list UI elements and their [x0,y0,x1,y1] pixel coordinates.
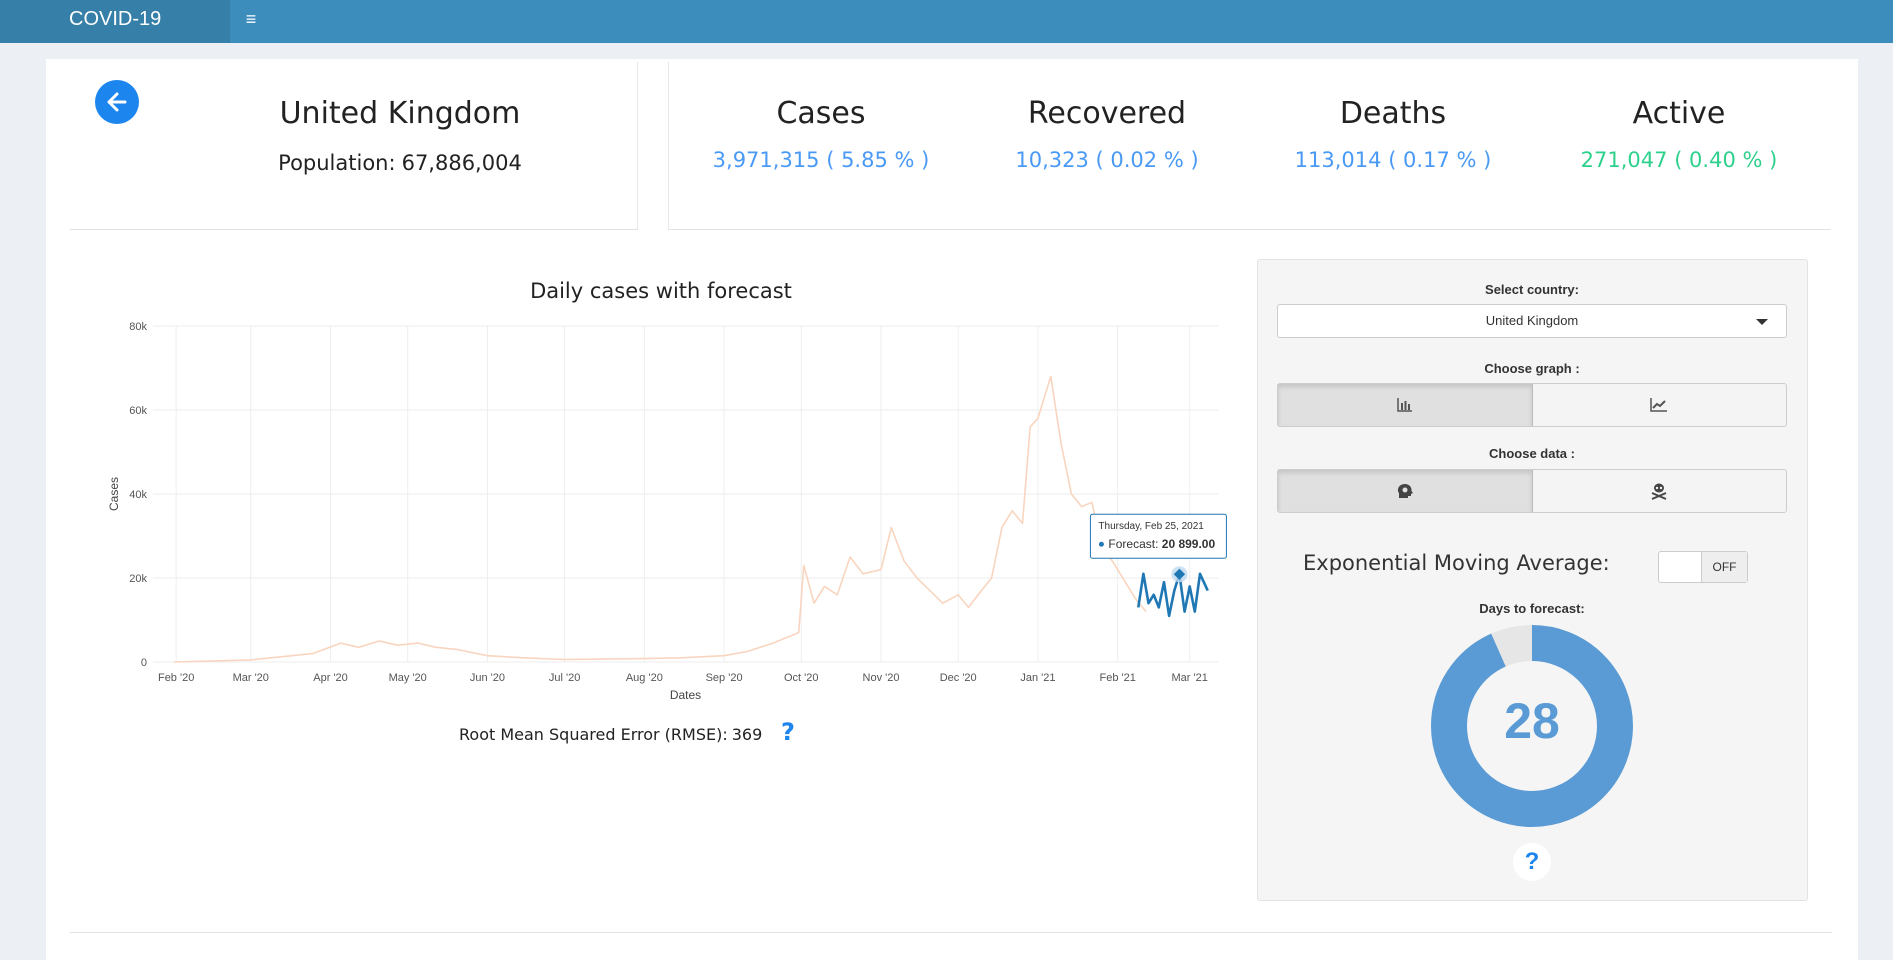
x-tick-label: Apr '20 [313,672,348,684]
stat-deaths: Deaths 113,014 ( 0.17 % ) [1250,96,1536,172]
stat-value: 271,047 ( 0.40 % ) [1580,148,1778,172]
rmse-value: 369 [731,725,763,744]
country-info-card [70,62,638,230]
stat-title: Deaths [1339,96,1447,131]
stat-recovered: Recovered 10,323 ( 0.02 % ) [964,96,1250,172]
y-tick-label: 80k [129,321,147,333]
x-tick-label: Mar '21 [1172,672,1208,684]
stat-title: Cases [776,96,866,131]
ema-toggle-state: OFF [1701,552,1747,582]
select-country-label: Select country: [1485,282,1579,297]
x-tick-label: Mar '20 [233,672,269,684]
stat-value: 10,323 ( 0.02 % ) [1015,148,1199,172]
x-tick-label: Nov '20 [863,672,900,684]
x-tick-label: Jan '21 [1020,672,1055,684]
population: Population: 67,886,004 [230,151,570,175]
ema-toggle[interactable]: OFF [1658,551,1748,583]
chart-title: Daily cases with forecast [530,279,792,303]
y-tick-label: 0 [141,657,147,669]
x-axis-title: Dates [670,688,701,702]
y-tick-label: 60k [129,405,147,417]
bar-chart-icon [1397,398,1412,412]
country-select-value: United Kingdom [1485,313,1579,328]
deaths-data-button[interactable] [1533,470,1787,512]
data-type-toggle [1277,469,1787,513]
country-select[interactable]: United Kingdom [1277,304,1787,338]
x-tick-label: Dec '20 [940,672,977,684]
graph-type-toggle [1277,383,1787,427]
x-tick-label: Feb '20 [158,672,194,684]
x-tick-label: Jun '20 [470,672,505,684]
skull-crossbones-icon [1651,483,1667,500]
stat-cases: Cases 3,971,315 ( 5.85 % ) [678,96,964,172]
chevron-down-icon [1756,319,1768,325]
head-virus-icon [1397,483,1413,498]
hamburger-icon[interactable]: ≡ [236,0,266,38]
tooltip-value: 20 899.00 [1162,537,1216,551]
stat-title: Active [1632,96,1726,131]
x-tick-label: Sep '20 [706,672,743,684]
stat-active: Active 271,047 ( 0.40 % ) [1536,96,1822,172]
tooltip-series-dot [1098,541,1104,547]
divider [70,932,1832,933]
y-axis-title: Cases [107,477,121,511]
rmse-help-icon[interactable]: ? [781,718,795,746]
stat-title: Recovered [1027,96,1187,131]
tooltip-series-label: Forecast: 20 899.00 [1108,537,1215,551]
rmse-text: Root Mean Squared Error (RMSE): 369 [459,725,762,744]
line-chart-button[interactable] [1533,384,1787,426]
stat-value: 113,014 ( 0.17 % ) [1294,148,1492,172]
ema-label: Exponential Moving Average: [1303,551,1610,575]
forecast-help-icon[interactable]: ? [1513,843,1551,881]
line-chart-icon [1650,398,1668,412]
x-tick-label: Jul '20 [549,672,580,684]
rmse-label: Root Mean Squared Error (RMSE): [459,725,728,744]
series-line-historical [173,375,1147,663]
tooltip-date: Thursday, Feb 25, 2021 [1098,521,1204,532]
x-tick-label: Oct '20 [784,672,819,684]
bar-chart-button[interactable] [1278,384,1533,426]
days-forecast-value: 28 [1504,693,1560,749]
stat-value: 3,971,315 ( 5.85 % ) [712,148,930,172]
daily-cases-chart[interactable]: 0 20k 40k 60k 80k Feb '20 Mar '20 Apr '20 May '2… [100,310,1240,710]
population-value: 67,886,004 [401,151,522,175]
arrow-left-icon [107,92,127,112]
y-tick-label: 20k [129,573,147,585]
x-tick-label: May '20 [389,672,427,684]
back-button[interactable] [95,80,139,124]
series-line-forecast [1137,572,1209,618]
country-name: United Kingdom [279,96,521,131]
y-tick-label: 40k [129,489,147,501]
app-title[interactable]: COVID-19 [0,0,230,43]
cases-data-button[interactable] [1278,470,1533,512]
choose-data-label: Choose data : [1489,446,1575,461]
x-tick-label: Feb '21 [1099,672,1135,684]
top-navbar: COVID-19 ≡ [0,0,1893,43]
population-label: Population: [278,151,396,175]
choose-graph-label: Choose graph : [1484,361,1580,376]
days-to-forecast-label: Days to forecast: [1479,601,1585,616]
x-tick-label: Aug '20 [626,672,663,684]
